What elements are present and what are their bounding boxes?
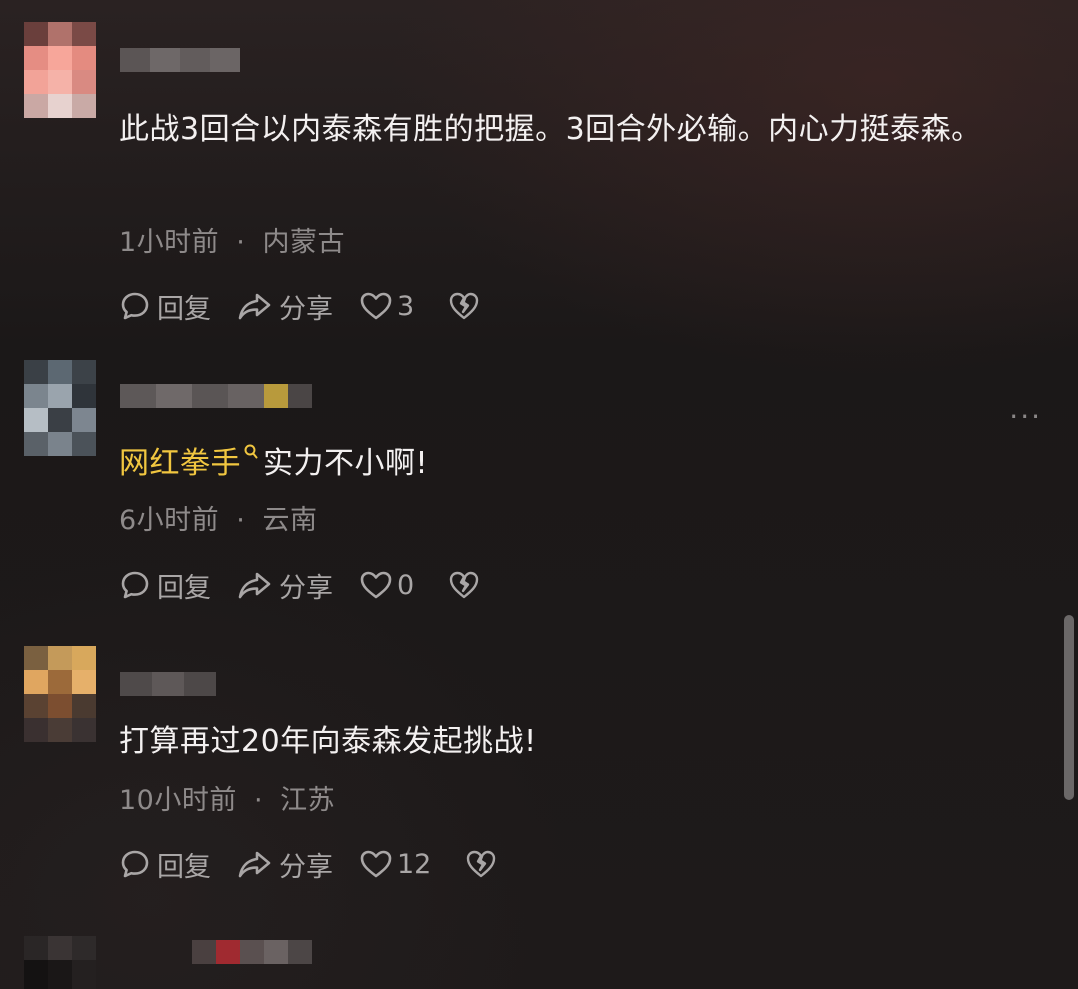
scrollbar[interactable] [1064, 615, 1074, 800]
comment-text: 此战3回合以内泰森有胜的把握。3回合外必输。内心力挺泰森。 [119, 112, 982, 147]
username[interactable] [192, 940, 384, 964]
broken-heart-icon [449, 571, 479, 599]
reply-button[interactable]: 回复 [119, 287, 211, 326]
broken-heart-icon [449, 292, 479, 320]
like-button[interactable]: 3 [359, 291, 414, 322]
reply-label: 回复 [157, 572, 211, 604]
share-label: 分享 [279, 293, 333, 325]
more-dots-icon[interactable]: ··· [1009, 400, 1042, 433]
share-label: 分享 [279, 572, 333, 604]
username[interactable] [120, 672, 216, 696]
comment-actions: 回复 分享 3 [119, 286, 506, 326]
avatar[interactable] [24, 936, 96, 989]
comment-bubble-icon [121, 571, 149, 599]
username[interactable] [120, 384, 312, 408]
comment-bubble-icon [121, 850, 149, 878]
share-button[interactable]: 分享 [237, 287, 333, 326]
dislike-button[interactable] [448, 570, 480, 600]
like-count: 0 [397, 569, 415, 601]
comment-time: 1小时前 [119, 227, 220, 258]
broken-heart-icon [467, 850, 496, 878]
share-button[interactable]: 分享 [237, 566, 333, 605]
share-arrow-icon [238, 572, 271, 599]
like-count: 3 [397, 290, 415, 322]
search-icon [244, 444, 258, 459]
reply-label: 回复 [157, 851, 211, 883]
comment-location: 内蒙古 [262, 227, 345, 258]
dislike-button[interactable] [465, 849, 497, 879]
like-button[interactable]: 12 [359, 849, 431, 880]
share-label: 分享 [279, 851, 333, 883]
comment-actions: 回复 分享 0 [119, 565, 506, 605]
comment-bubble-icon [121, 292, 149, 320]
avatar[interactable] [24, 646, 96, 742]
share-arrow-icon [238, 851, 271, 878]
comment-meta: 1小时前 · 内蒙古 [119, 220, 345, 259]
badge-tag[interactable]: 网红拳手 [119, 446, 241, 481]
comment-actions: 回复 分享 12 [119, 844, 523, 884]
heart-outline-icon [360, 571, 392, 599]
comment-meta: 6小时前 · 云南 [119, 498, 317, 537]
share-button[interactable]: 分享 [237, 845, 333, 884]
comment-time: 6小时前 [119, 505, 220, 536]
reply-label: 回复 [157, 293, 211, 325]
comment-text-row: 网红拳手 实力不小啊! [119, 438, 1019, 490]
meta-separator: · [236, 227, 246, 258]
meta-separator: · [253, 785, 264, 816]
comment-meta: 10小时前 · 江苏 [119, 778, 335, 817]
comment-text: 实力不小啊! [263, 446, 429, 481]
username[interactable] [120, 48, 240, 72]
heart-outline-icon [360, 850, 392, 878]
meta-separator: · [236, 505, 246, 536]
heart-outline-icon [360, 292, 392, 320]
comment-location: 云南 [262, 505, 318, 536]
share-arrow-icon [238, 293, 271, 320]
avatar[interactable] [24, 360, 96, 456]
avatar[interactable] [24, 22, 96, 118]
comment-time: 10小时前 [119, 785, 237, 816]
like-count: 12 [397, 848, 432, 880]
comment-text: 打算再过20年向泰森发起挑战! [119, 724, 537, 759]
reply-button[interactable]: 回复 [119, 566, 211, 605]
reply-button[interactable]: 回复 [119, 845, 211, 884]
dislike-button[interactable] [448, 291, 480, 321]
comment-location: 江苏 [280, 785, 336, 816]
like-button[interactable]: 0 [359, 570, 414, 601]
